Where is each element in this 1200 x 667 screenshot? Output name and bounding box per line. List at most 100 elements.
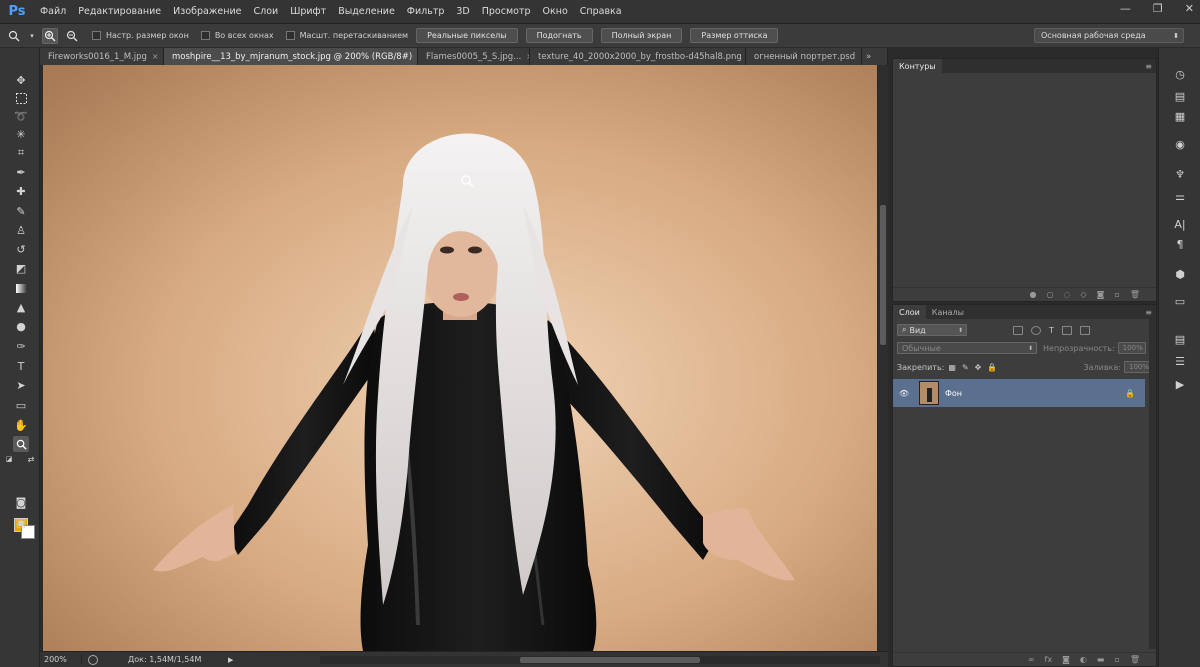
load-selection-icon[interactable]: ◌ [1064, 290, 1071, 299]
horizontal-scrollbar[interactable] [320, 656, 880, 664]
filter-type-icon[interactable]: T [1049, 326, 1054, 335]
fill-path-icon[interactable]: ● [1030, 290, 1037, 299]
path-selection-tool-icon[interactable]: ➤ [13, 377, 29, 393]
add-mask-icon[interactable]: ◙ [1097, 290, 1105, 299]
color-panel-icon[interactable]: ◉ [1172, 136, 1188, 152]
eraser-tool-icon[interactable]: ◩ [13, 260, 29, 276]
menu-3d[interactable]: 3D [450, 6, 475, 17]
tab-paths[interactable]: Контуры [893, 59, 942, 73]
zoom-tool-icon[interactable] [13, 436, 29, 452]
actions-panel-icon[interactable]: ▤ [1172, 88, 1188, 104]
healing-brush-tool-icon[interactable]: ✚ [13, 183, 29, 199]
make-work-path-icon[interactable]: ◇ [1081, 290, 1087, 299]
checkbox-box[interactable] [285, 31, 295, 40]
vertical-scrollbar[interactable] [878, 65, 888, 651]
zoom-out-icon[interactable] [64, 28, 80, 44]
tab-layers[interactable]: Слои [893, 305, 926, 319]
panel-menu-icon[interactable]: ≡ [1145, 62, 1152, 71]
tab-document[interactable]: огненный портрет.psd× [746, 48, 862, 65]
notes-panel-icon[interactable]: ▤ [1172, 331, 1188, 347]
quick-selection-tool-icon[interactable]: ✳ [13, 126, 29, 142]
brush-tool-icon[interactable]: ✎ [13, 203, 29, 219]
blend-mode-select[interactable]: Обычные ⬍ [897, 342, 1037, 354]
hand-tool-icon[interactable]: ✋ [13, 417, 29, 433]
new-layer-icon[interactable]: ▫ [1114, 655, 1119, 664]
new-path-icon[interactable]: ▫ [1114, 290, 1119, 299]
workspace-select[interactable]: Основная рабочая среда ⬍ [1034, 28, 1184, 43]
clone-stamp-tool-icon[interactable]: ♙ [13, 222, 29, 238]
delete-path-icon[interactable]: 🗑 [1130, 290, 1140, 299]
all-windows-checkbox[interactable]: Во всех окнах [200, 31, 274, 40]
checkbox-box[interactable] [200, 31, 210, 40]
menu-window[interactable]: Окно [537, 6, 574, 17]
link-layers-icon[interactable]: ∞ [1028, 655, 1035, 664]
eyedropper-tool-icon[interactable]: ✒ [13, 164, 29, 180]
actual-pixels-button[interactable]: Реальные пикселы [416, 28, 518, 43]
lock-position-icon[interactable]: ✥ [975, 363, 982, 372]
properties-panel-icon[interactable]: ▦ [1172, 108, 1188, 124]
menu-help[interactable]: Справка [574, 6, 628, 17]
print-size-button[interactable]: Размер оттиска [690, 28, 779, 43]
menu-type[interactable]: Шрифт [284, 6, 332, 17]
filter-adjustment-icon[interactable] [1031, 325, 1041, 335]
tab-document[interactable]: Fireworks0016_1_M.jpg × [40, 48, 164, 65]
canvas-area[interactable] [40, 65, 878, 651]
layer-row-background[interactable]: 👁 Фон 🔒 [893, 379, 1145, 407]
close-tab-icon[interactable]: × [152, 52, 159, 61]
screen-mode-icon[interactable]: ▣ [13, 514, 29, 530]
layers-scrollbar[interactable] [1149, 319, 1156, 649]
lasso-tool-icon[interactable]: ➰ [13, 108, 29, 124]
lock-pixels-icon[interactable]: ✎ [962, 363, 969, 372]
fill-field[interactable]: 100% [1124, 361, 1152, 373]
menu-edit[interactable]: Редактирование [72, 6, 167, 17]
move-tool-icon[interactable]: ✥ [13, 72, 29, 88]
gradient-tool-icon[interactable] [13, 280, 29, 296]
menu-select[interactable]: Выделение [332, 6, 401, 17]
info-panel-icon[interactable]: ☰ [1172, 353, 1188, 369]
shape-tool-icon[interactable]: ▭ [13, 397, 29, 413]
lock-transparent-icon[interactable]: ▦ [948, 363, 956, 372]
stroke-path-icon[interactable]: ○ [1047, 290, 1054, 299]
pen-tool-icon[interactable]: ✑ [13, 338, 29, 354]
scrubby-zoom-checkbox[interactable]: Масшт. перетаскиванием [285, 31, 408, 40]
document-image[interactable] [43, 65, 877, 651]
lock-all-icon[interactable]: 🔒 [987, 363, 997, 372]
brush-panel-icon[interactable]: ♆ [1172, 166, 1188, 182]
restore-icon[interactable]: ❐ [1153, 2, 1163, 15]
tab-document[interactable]: texture_40_2000x2000_by_frostbo-d45hal8.… [530, 48, 746, 65]
marquee-tool-icon[interactable] [13, 90, 29, 106]
new-adjustment-layer-icon[interactable]: ◐ [1080, 655, 1087, 664]
menu-filter[interactable]: Фильтр [401, 6, 451, 17]
checkbox-box[interactable] [92, 31, 101, 40]
kind-filter-select[interactable]: ⌕ Вид ⬍ [897, 324, 967, 336]
visibility-eye-icon[interactable]: 👁 [893, 389, 915, 398]
close-icon[interactable]: ✕ [1185, 2, 1194, 15]
quick-mask-icon[interactable]: ◙ [13, 494, 29, 510]
menu-file[interactable]: Файл [34, 6, 72, 17]
zoom-level[interactable]: 200% [40, 655, 82, 664]
zoom-tool-preset-icon[interactable] [6, 28, 22, 44]
resize-windows-checkbox[interactable]: Настр. размер окон [92, 31, 189, 40]
history-panel-icon[interactable]: ◷ [1172, 66, 1188, 82]
swap-colors-icon[interactable]: ⇄ [26, 454, 36, 464]
tab-channels[interactable]: Каналы [926, 305, 970, 319]
zoom-in-icon[interactable] [42, 27, 58, 44]
tab-document[interactable]: Flames0005_5_S.jpg...× [418, 48, 530, 65]
dropdown-arrow-icon[interactable]: ▾ [28, 28, 36, 44]
menu-image[interactable]: Изображение [167, 6, 247, 17]
menu-layers[interactable]: Слои [247, 6, 284, 17]
scroll-thumb[interactable] [880, 205, 886, 345]
info-icon[interactable] [88, 654, 98, 665]
dodge-tool-icon[interactable]: ● [13, 318, 29, 334]
play-panel-icon[interactable]: ▶ [1172, 376, 1188, 392]
delete-layer-icon[interactable]: 🗑 [1130, 655, 1140, 664]
scroll-thumb[interactable] [520, 657, 700, 663]
default-colors-icon[interactable]: ◪ [4, 454, 14, 464]
crop-tool-icon[interactable]: ⌗ [13, 145, 29, 161]
fill-screen-button[interactable]: Полный экран [600, 28, 683, 43]
fit-screen-button[interactable]: Подогнать [525, 28, 593, 43]
filter-smart-object-icon[interactable] [1079, 325, 1090, 335]
tab-document-active[interactable]: moshpire__13_by_mjranum_stock.jpg @ 200%… [164, 48, 418, 65]
character-panel-icon[interactable]: A| [1172, 216, 1188, 232]
lock-icon[interactable]: 🔒 [1125, 389, 1135, 398]
